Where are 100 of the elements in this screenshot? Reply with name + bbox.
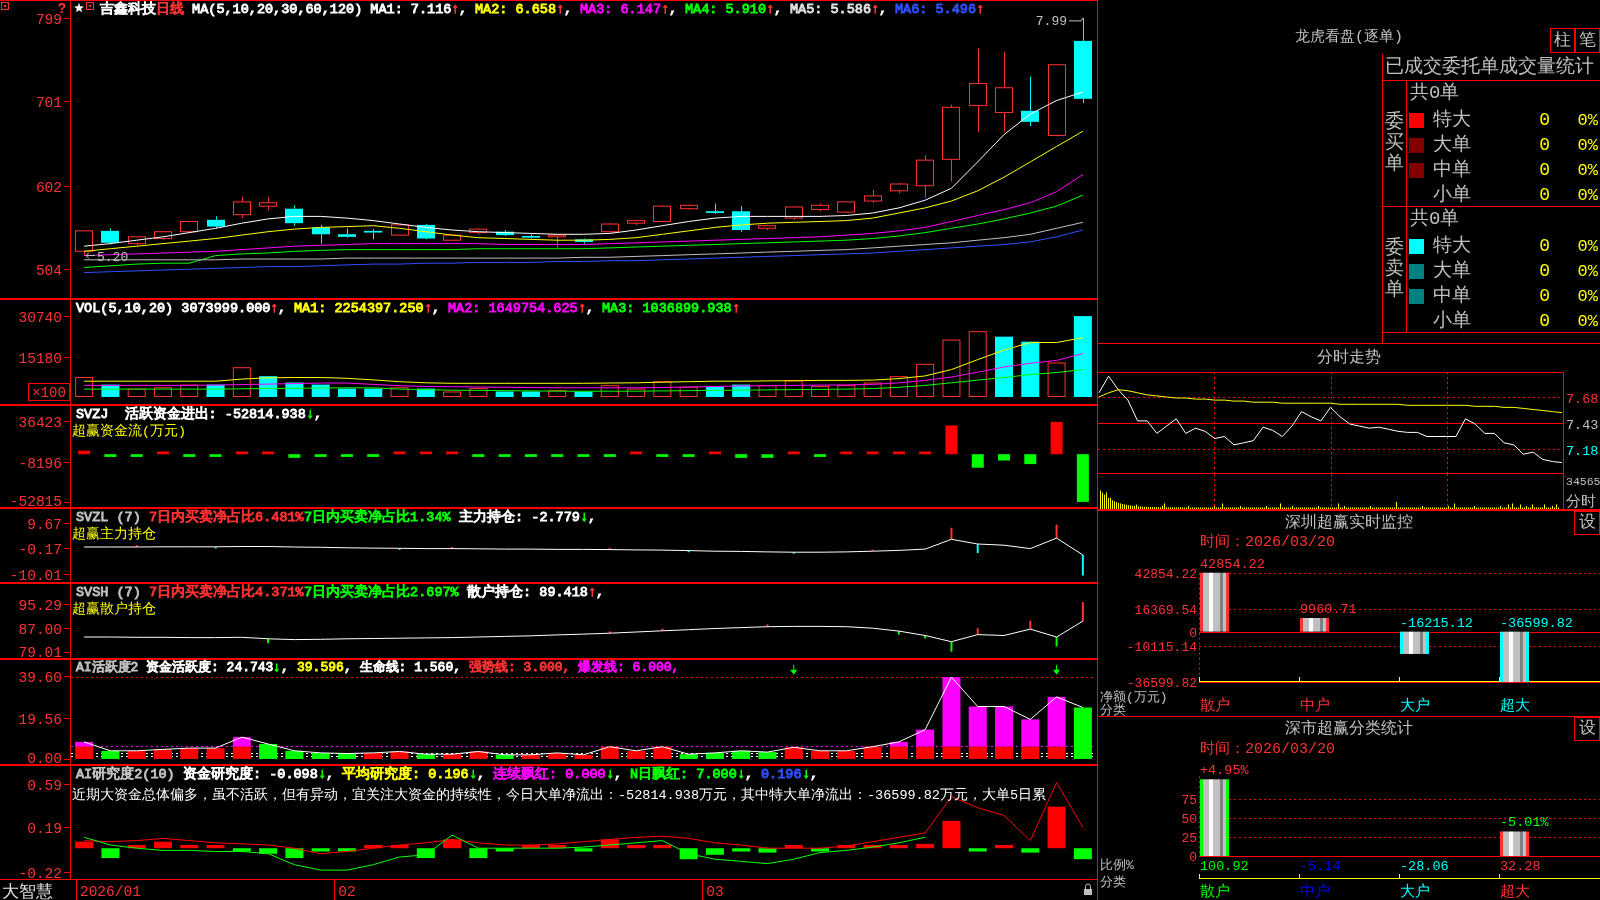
change-label: -5.01% (1500, 815, 1549, 831)
axis-tick-label: 30740 (18, 309, 62, 326)
legend-item: , (810, 767, 819, 782)
axis-tick-label: -10115.14 (1126, 640, 1197, 655)
legend-item: ↓ (580, 510, 589, 525)
legend-item: SVSH (7) (76, 585, 141, 600)
order-count: 0 (1538, 234, 1551, 258)
axis-tick-label: -36599.82 (1126, 676, 1197, 691)
panel-title: 龙虎看盘(逐单) (1295, 27, 1403, 48)
panel-title: 深市超赢分类统计 (1285, 718, 1413, 740)
legend-item: , (588, 510, 597, 525)
legend-item: VOL(5,10,20) 3073999.000 (76, 301, 271, 316)
date-label: 03 (706, 884, 724, 900)
indicator-name: 超赢主力持仓 (72, 527, 156, 542)
axis-tick-label: -10.01 (9, 567, 62, 584)
legend-item: MA3: 6.147 (580, 2, 661, 17)
order-count: 0 (1538, 133, 1551, 157)
category-label: 大户 (1400, 884, 1430, 900)
axis-tick-label: -0.17 (18, 541, 62, 558)
category-label: 中户 (1300, 698, 1330, 715)
order-size-label: 小单 (1433, 309, 1472, 334)
legend-item: , (278, 301, 287, 316)
legend-item: ↑ (871, 2, 880, 17)
legend-item: ↑ (424, 301, 433, 316)
value-label: -5.14 (1300, 859, 1341, 874)
legend-item: , (326, 767, 335, 782)
category-label: 散户 (1200, 884, 1230, 900)
legend-item: 连续飘红: 0.000 (493, 767, 606, 782)
axis-tick-label: 0.19 (27, 820, 62, 837)
legend-item: MA3: 1036899.938 (602, 301, 732, 316)
legend-item: 强势线: 3.000, (469, 660, 571, 675)
legend-item: 爆发线: 6.000, (578, 660, 680, 675)
legend-item: AI研究度2(10) (76, 767, 175, 782)
axis-tick-label: 75 (1181, 793, 1197, 808)
order-count: 0 (1538, 158, 1551, 182)
change-label: +4.95% (1200, 763, 1249, 779)
axis-title: 比例% (1100, 858, 1134, 873)
axis-title: 分时 (1566, 494, 1596, 511)
order-share: 0% (1576, 285, 1599, 308)
legend-item: MA2: 1649754.625 (448, 301, 578, 316)
axis-tick-label: 7.68 (1566, 391, 1599, 407)
order-count: 0 (1538, 309, 1551, 333)
axis-tick-label: 95.29 (18, 597, 62, 614)
axis-title: 分类 (1100, 875, 1126, 890)
legend-item: , (586, 301, 595, 316)
axis-tick-label: 0.00 (27, 751, 62, 767)
order-total: 共0单 (1409, 81, 1461, 106)
legend-item: 资金活跃度: 24.743 (146, 660, 274, 675)
axis-tick-label: 9.67 (27, 516, 62, 533)
axis-tick-label: 0 (1189, 850, 1197, 865)
axis-tick-label: 0 (1189, 626, 1197, 641)
order-size-label: 小单 (1433, 183, 1472, 208)
panel-title: 深圳超赢实时监控 (1285, 513, 1413, 534)
legend-item: SVZJ 活跃资金进出: -52814.938 (76, 407, 306, 422)
unit-label: ×100 (28, 383, 70, 401)
legend-item: AI活跃度2 (76, 660, 139, 675)
value-label: 9960.71 (1300, 601, 1357, 617)
axis-tick-label: 87.00 (18, 621, 62, 638)
group-label: 委买单 (1385, 112, 1404, 175)
axis-tick-label: -0.22 (18, 865, 62, 882)
legend-item: MA2: 6.658 (475, 2, 556, 17)
legend-item: 39.596 (297, 660, 344, 675)
value-label: -16215.12 (1400, 615, 1473, 631)
order-count: 0 (1538, 259, 1551, 283)
order-size-label: 特大 (1433, 234, 1472, 259)
axis-tick-label: -52815 (9, 494, 62, 510)
legend-item: MA5: 5.586 (790, 2, 871, 17)
legend-item: 散户持仓: 89.418 (467, 585, 588, 600)
legend-item: , (477, 767, 486, 782)
legend-item: N日飘红: 7.000 (630, 767, 737, 782)
axis-tick-label: 39.60 (18, 669, 62, 686)
category-label: 超大 (1500, 698, 1530, 715)
order-size-label: 大单 (1433, 133, 1472, 158)
order-share: 0% (1576, 310, 1599, 333)
order-size-label: 中单 (1433, 158, 1472, 183)
brand-name: 大智慧 (2, 883, 53, 900)
legend-item: ↓ (469, 767, 478, 782)
legend-item: ↓ (606, 767, 615, 782)
legend-item: ↑ (588, 585, 597, 600)
order-share: 0% (1576, 109, 1599, 132)
legend-item: 7日内买卖净占比4.371% (149, 585, 304, 600)
legend-item: ↓ (273, 660, 281, 675)
legend-item: ↑ (578, 301, 587, 316)
order-total: 共0单 (1409, 207, 1461, 232)
order-count: 0 (1538, 284, 1551, 308)
legend-item: , (879, 2, 888, 17)
legend-item: ↑ (732, 301, 741, 316)
order-share: 0% (1576, 184, 1599, 207)
value-label: -36599.82 (1500, 615, 1573, 631)
legend-item: , (432, 301, 441, 316)
axis-tick-label: 701 (35, 94, 62, 111)
legend-item: , (745, 767, 754, 782)
legend-item: ↑ (451, 2, 460, 17)
legend-item: , (669, 2, 678, 17)
legend-item: MA1: 2254397.250 (294, 301, 424, 316)
category-label: 散户 (1200, 698, 1230, 715)
order-share: 0% (1576, 134, 1599, 157)
legend-item: ↑ (270, 301, 279, 316)
axis-tick-label: 15180 (18, 350, 62, 367)
legend-item: ↓ (306, 407, 315, 422)
